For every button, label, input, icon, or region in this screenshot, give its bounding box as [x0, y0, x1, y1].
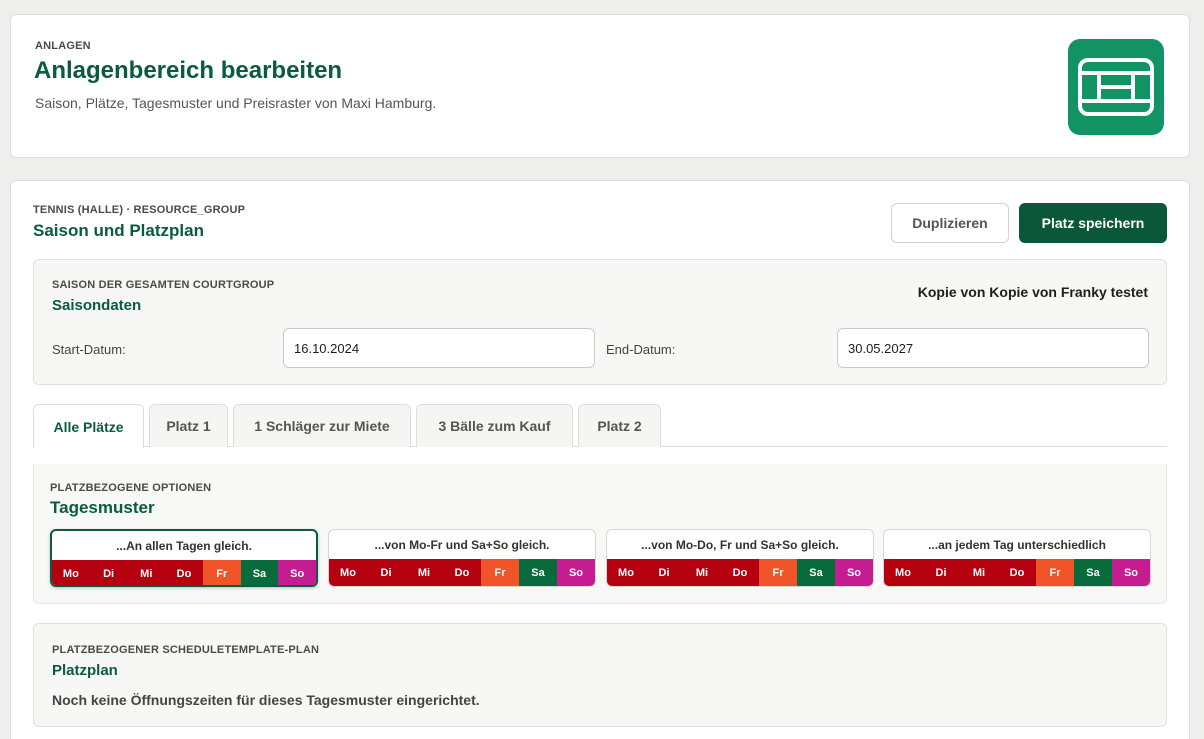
- pattern-day-strip: Mo Di Mi Do Fr Sa So: [884, 559, 1150, 586]
- tab-baelle-kauf[interactable]: 3 Bälle zum Kauf: [416, 404, 573, 447]
- tab-platz-1[interactable]: Platz 1: [149, 404, 228, 447]
- day-chip: Di: [367, 559, 405, 586]
- plan-empty-message: Noch keine Öffnungszeiten für dieses Tag…: [52, 692, 480, 708]
- plan-panel: PLATZBEZOGENER SCHEDULETEMPLATE-PLAN Pla…: [33, 623, 1167, 727]
- day-chip: Fr: [481, 559, 519, 586]
- section-title: Saison und Platzplan: [33, 221, 204, 240]
- day-chip: Fr: [1036, 559, 1074, 586]
- start-date-label: Start-Datum:: [52, 342, 126, 357]
- section-eyebrow: TENNIS (HALLE) · RESOURCE_GROUP: [33, 204, 246, 216]
- plan-eyebrow: PLATZBEZOGENER SCHEDULETEMPLATE-PLAN: [52, 644, 320, 656]
- pattern-title: Tagesmuster: [50, 498, 155, 517]
- pattern-option-label: ...von Mo-Do, Fr und Sa+So gleich.: [641, 537, 839, 552]
- court-tabs: Alle Plätze Platz 1 1 Schläger zur Miete…: [33, 404, 1167, 448]
- day-chip: Do: [443, 559, 481, 586]
- pattern-option-label: ...an jedem Tag unterschiedlich: [928, 537, 1106, 552]
- end-date-label: End-Datum:: [606, 342, 676, 357]
- pattern-option[interactable]: ...An allen Tagen gleich. Mo Di Mi Do Fr Sa So: [50, 529, 318, 587]
- pattern-option-label: ...von Mo-Fr und Sa+So gleich.: [374, 537, 550, 552]
- day-chip: Mi: [127, 560, 166, 585]
- save-button[interactable]: Platz speichern: [1019, 203, 1167, 243]
- day-chip: Di: [89, 560, 128, 585]
- duplicate-button[interactable]: Duplizieren: [891, 203, 1009, 243]
- page-subtitle: Saison, Plätze, Tagesmuster und Preisras…: [35, 95, 437, 111]
- tennis-court-icon: [1068, 39, 1164, 135]
- day-pattern-panel: PLATZBEZOGENE OPTIONEN Tagesmuster ...An…: [33, 464, 1167, 604]
- end-date-input[interactable]: [837, 328, 1149, 368]
- day-chip: Do: [721, 559, 759, 586]
- day-chip: Mo: [52, 560, 90, 585]
- tab-platz-2[interactable]: Platz 2: [578, 404, 661, 447]
- day-chip: So: [278, 560, 316, 585]
- day-chip: Mi: [683, 559, 721, 586]
- season-panel: SAISON DER GESAMTEN COURTGROUP Saisondat…: [33, 259, 1167, 385]
- day-chip: Mo: [329, 559, 367, 586]
- page-title: Anlagenbereich bearbeiten: [34, 57, 343, 84]
- tab-alle-plaetze[interactable]: Alle Plätze: [33, 404, 144, 448]
- day-chip: So: [1112, 559, 1150, 586]
- day-chip: Fr: [759, 559, 797, 586]
- pattern-day-strip: Mo Di Mi Do Fr Sa So: [329, 559, 595, 586]
- day-chip: Fr: [202, 560, 241, 585]
- day-chip: So: [557, 559, 595, 586]
- pattern-eyebrow: PLATZBEZOGENE OPTIONEN: [50, 482, 212, 494]
- pattern-option[interactable]: ...von Mo-Fr und Sa+So gleich. Mo Di Mi Do Fr…: [328, 529, 596, 587]
- day-chip: Sa: [240, 560, 279, 585]
- day-chip: Do: [998, 559, 1036, 586]
- day-chip: So: [835, 559, 873, 586]
- day-chip: Mi: [405, 559, 443, 586]
- start-date-input[interactable]: [283, 328, 595, 368]
- pattern-day-strip: Mo Di Mi Do Fr Sa So: [607, 559, 873, 586]
- day-chip: Mo: [884, 559, 922, 586]
- day-chip: Sa: [1074, 559, 1112, 586]
- day-chip: Mo: [607, 559, 645, 586]
- day-chip: Di: [922, 559, 960, 586]
- pattern-option-label: ...An allen Tagen gleich.: [116, 538, 252, 553]
- day-chip: Mi: [960, 559, 998, 586]
- header-eyebrow: ANLAGEN: [35, 40, 91, 52]
- tab-schlaeger-miete[interactable]: 1 Schläger zur Miete: [233, 404, 411, 447]
- season-name: Kopie von Kopie von Franky testet: [917, 284, 1148, 300]
- day-chip: Do: [165, 560, 203, 585]
- plan-title: Platzplan: [52, 662, 118, 679]
- season-eyebrow: SAISON DER GESAMTEN COURTGROUP: [52, 279, 275, 291]
- day-chip: Di: [645, 559, 683, 586]
- pattern-option[interactable]: ...von Mo-Do, Fr und Sa+So gleich. Mo Di Mi…: [606, 529, 874, 587]
- pattern-option[interactable]: ...an jedem Tag unterschiedlich Mo Di Mi Do F…: [883, 529, 1151, 587]
- header-card: ANLAGEN Anlagenbereich bearbeiten Saison…: [10, 14, 1190, 158]
- season-title: Saisondaten: [52, 297, 142, 314]
- day-chip: Sa: [519, 559, 557, 586]
- day-chip: Sa: [797, 559, 835, 586]
- main-card: TENNIS (HALLE) · RESOURCE_GROUP Saison u…: [10, 180, 1190, 739]
- pattern-day-strip: Mo Di Mi Do Fr Sa So: [52, 560, 316, 585]
